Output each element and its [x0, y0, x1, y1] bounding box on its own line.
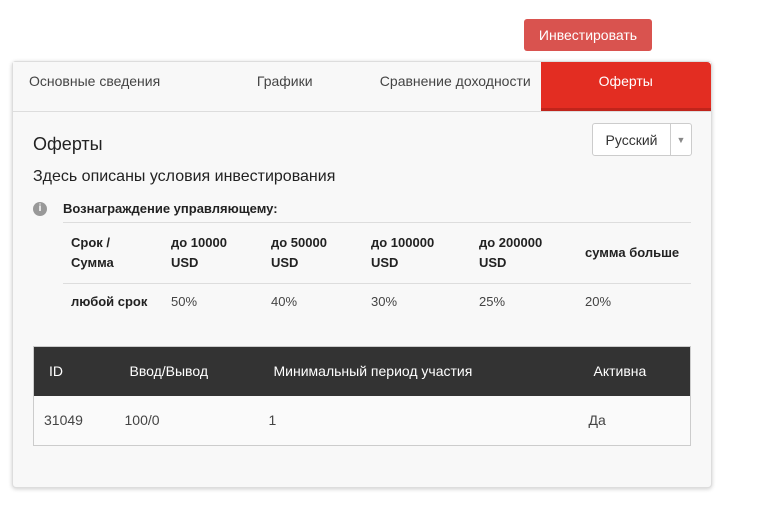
tab-overview[interactable]: Основные сведения — [13, 62, 200, 111]
table-cell: 50% — [171, 294, 198, 309]
column-header: до 100000 USD — [363, 222, 471, 284]
offers-panel: Основные сведения Графики Сравнение дохо… — [12, 61, 712, 488]
column-header: Ввод/Вывод — [114, 346, 259, 396]
column-header: Активна — [578, 346, 691, 396]
info-icon: i — [33, 201, 47, 216]
language-select[interactable]: Русский ▼ — [592, 123, 692, 156]
reward-label: Вознаграждение управляющему: — [63, 201, 278, 216]
table-cell: любой срок — [71, 294, 148, 309]
column-header: до 200000 USD — [471, 222, 577, 284]
table-cell: 40% — [271, 294, 298, 309]
table-cell: Да — [578, 395, 691, 446]
table-cell: 31049 — [33, 395, 115, 446]
page-title: Оферты — [33, 134, 103, 154]
tab-offers[interactable]: Оферты — [540, 62, 711, 111]
table-cell: 20% — [585, 294, 612, 309]
chevron-down-icon[interactable]: ▼ — [671, 124, 691, 155]
table-cell: 25% — [479, 294, 506, 309]
table-row: любой срок 50% 40% 30% 25% 20% — [63, 284, 691, 320]
column-header: сумма больше — [577, 222, 691, 284]
language-value: Русский — [593, 124, 671, 155]
invest-button[interactable]: Инвестировать — [524, 19, 652, 51]
reward-heading: i Вознаграждение управляющему: — [33, 201, 278, 216]
column-header: Срок / Сумма — [63, 222, 163, 284]
column-header: до 50000 USD — [263, 222, 363, 284]
tab-yield-comparison[interactable]: Сравнение доходности — [370, 62, 541, 111]
column-header: до 10000 USD — [163, 222, 263, 284]
reward-table: Срок / Сумма до 10000 USD до 50000 USD д… — [63, 222, 691, 319]
table-cell: 100/0 — [114, 395, 259, 446]
table-header-row: ID Ввод/Вывод Минимальный период участия… — [33, 346, 691, 396]
description: Здесь описаны условия инвестирования — [33, 168, 336, 185]
offers-table: ID Ввод/Вывод Минимальный период участия… — [33, 346, 691, 446]
table-cell: 1 — [258, 395, 579, 446]
table-row[interactable]: 31049 100/0 1 Да — [33, 395, 691, 446]
tab-bar: Основные сведения Графики Сравнение дохо… — [13, 62, 711, 112]
column-header: ID — [33, 346, 115, 396]
table-cell: 30% — [371, 294, 398, 309]
table-header-row: Срок / Сумма до 10000 USD до 50000 USD д… — [63, 222, 691, 284]
tab-charts[interactable]: Графики — [200, 62, 371, 111]
column-header: Минимальный период участия — [258, 346, 579, 396]
